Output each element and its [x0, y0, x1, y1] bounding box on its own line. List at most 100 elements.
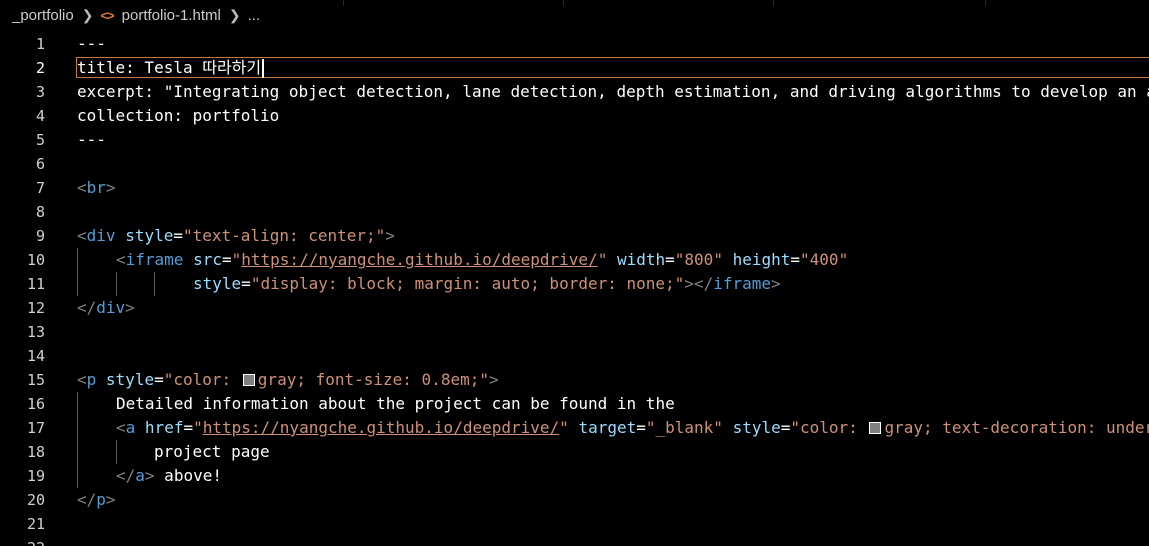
- breadcrumb-more: ...: [247, 6, 261, 24]
- line-content: </p>: [77, 488, 116, 512]
- line-text: title: Tesla 따라하기: [77, 58, 262, 77]
- code-line[interactable]: 11 style="display: block; margin: auto; …: [0, 272, 1149, 296]
- equals: =: [221, 250, 232, 269]
- line-number: 6: [35, 155, 45, 173]
- chevron-right-icon: ❯: [81, 6, 94, 23]
- code-line[interactable]: 14: [0, 344, 1149, 368]
- tag-bracket: <: [77, 178, 87, 197]
- code-line[interactable]: 8: [0, 200, 1149, 224]
- ruler-mark: [773, 0, 774, 6]
- breadcrumb-symbols[interactable]: ...: [248, 7, 261, 24]
- breadcrumb-file-label: portfolio-1.html: [121, 6, 221, 24]
- line-number: 12: [26, 299, 45, 317]
- tag-name: br: [86, 178, 106, 197]
- attr-value: "display: block; margin: auto; border: n…: [250, 274, 685, 293]
- breadcrumb-file[interactable]: <> portfolio-1.html: [100, 7, 220, 24]
- indent-guide: [77, 416, 78, 440]
- code-line[interactable]: 16 Detailed information about the projec…: [0, 392, 1149, 416]
- breadcrumb-folder[interactable]: _portfolio: [12, 7, 74, 24]
- attr-name: style: [125, 226, 174, 245]
- attr-value: "text-align: center;": [183, 226, 386, 245]
- indent-guide: [154, 272, 155, 296]
- url-link[interactable]: https://nyangche.github.io/deepdrive/: [203, 418, 559, 437]
- html-file-icon: <>: [100, 7, 114, 23]
- code-line[interactable]: 13: [0, 320, 1149, 344]
- equals: =: [173, 226, 183, 245]
- line-number: 16: [26, 395, 45, 413]
- code-line[interactable]: 20 </p>: [0, 488, 1149, 512]
- line-number: 1: [35, 35, 45, 53]
- line-text: ---: [77, 34, 106, 53]
- quote: ": [231, 250, 242, 269]
- line-number: 14: [26, 347, 45, 365]
- code-line[interactable]: 6: [0, 152, 1149, 176]
- url-link[interactable]: https://nyangche.github.io/deepdrive/: [241, 250, 597, 269]
- code-line[interactable]: 19 </a> above!: [0, 464, 1149, 488]
- code-line[interactable]: 3 excerpt: "Integrating object detection…: [0, 80, 1149, 104]
- code-line[interactable]: 10 <iframe src="https://nyangche.github.…: [0, 248, 1149, 272]
- line-number: 9: [35, 227, 45, 245]
- equals: =: [790, 250, 801, 269]
- tag-bracket: </: [116, 466, 136, 485]
- ruler-mark: [985, 0, 986, 6]
- line-number: 17: [26, 419, 45, 437]
- line-content: <a href="https://nyangche.github.io/deep…: [116, 416, 1149, 440]
- attr-value: gray; text-decoration: under: [884, 418, 1149, 437]
- code-line[interactable]: 21: [0, 512, 1149, 536]
- indent-guide: [77, 440, 78, 464]
- attr-value: gray; font-size: 0.8em;": [257, 370, 489, 389]
- line-text: collection: portfolio: [77, 106, 280, 125]
- line-content: <br>: [77, 176, 116, 200]
- quote: ": [597, 250, 608, 269]
- line-number: 10: [26, 251, 45, 269]
- tag-bracket: >: [771, 274, 781, 293]
- attr-name: style: [105, 370, 155, 389]
- attr-name: style: [193, 274, 242, 293]
- code-editor[interactable]: 1 --- 2 title: Tesla 따라하기 3 excerpt: "In…: [0, 32, 1149, 546]
- code-line[interactable]: 1 ---: [0, 32, 1149, 56]
- code-line[interactable]: 5 ---: [0, 128, 1149, 152]
- tag-bracket: </: [77, 490, 97, 509]
- line-content: </a> above!: [116, 464, 222, 488]
- line-text: project page: [154, 442, 270, 461]
- code-line[interactable]: 7 <br>: [0, 176, 1149, 200]
- code-line[interactable]: 9 <div style="text-align: center;">: [0, 224, 1149, 248]
- line-content: <p style="color: gray; font-size: 0.8em;…: [77, 368, 499, 392]
- equals: =: [183, 418, 194, 437]
- tag-name: iframe: [713, 274, 771, 293]
- tag-bracket: >: [488, 370, 499, 389]
- code-line[interactable]: 12 </div>: [0, 296, 1149, 320]
- code-line[interactable]: 22: [0, 536, 1149, 546]
- equals: =: [636, 418, 646, 437]
- indent-guide: [77, 248, 78, 272]
- tag-bracket: <: [77, 370, 87, 389]
- indent-guide: [116, 272, 117, 296]
- color-swatch[interactable]: [242, 374, 255, 386]
- line-content: style="display: block; margin: auto; bor…: [193, 272, 781, 296]
- color-swatch[interactable]: [869, 422, 882, 434]
- tag-bracket: <: [116, 418, 126, 437]
- code-line-active[interactable]: 2 title: Tesla 따라하기: [0, 56, 1149, 80]
- attr-name: height: [732, 250, 791, 269]
- line-content: </div>: [77, 296, 135, 320]
- line-text: excerpt: "Integrating object detection, …: [77, 82, 1149, 101]
- attr-value: "color:: [163, 370, 241, 389]
- code-line[interactable]: 17 <a href="https://nyangche.github.io/d…: [0, 416, 1149, 440]
- line-number: 19: [26, 467, 45, 485]
- code-line[interactable]: 15 <p style="color: gray; font-size: 0.8…: [0, 368, 1149, 392]
- line-number: 4: [35, 107, 45, 125]
- tag-name: div: [96, 298, 126, 317]
- tag-bracket: >: [144, 466, 155, 485]
- code-line[interactable]: 18 project page: [0, 440, 1149, 464]
- tag-bracket: <: [116, 250, 126, 269]
- tag-bracket: >: [105, 178, 116, 197]
- code-line[interactable]: 4 collection: portfolio: [0, 104, 1149, 128]
- tag-bracket: >: [125, 298, 135, 317]
- tag-name: p: [86, 370, 97, 389]
- line-content: title: Tesla 따라하기: [77, 56, 265, 80]
- quote: ": [559, 418, 569, 437]
- line-text: ---: [77, 130, 106, 149]
- line-number: 7: [35, 179, 45, 197]
- tag-bracket: >: [105, 490, 116, 509]
- attr-value: "400": [800, 250, 849, 269]
